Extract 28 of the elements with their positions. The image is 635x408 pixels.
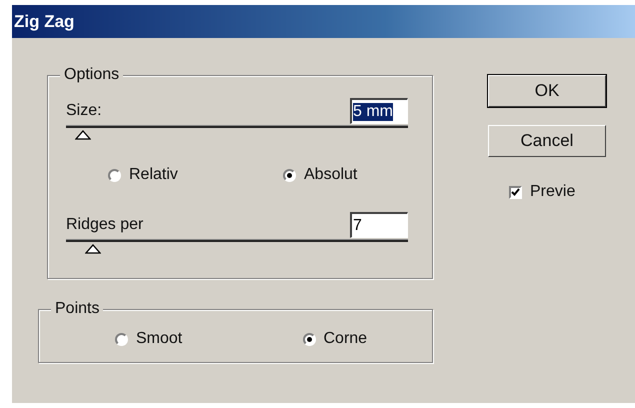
radio-label: Smoot [136,330,182,348]
checkbox-label: Previe [530,183,576,201]
radio-button[interactable] [302,332,316,346]
field-value: 7 [353,216,362,234]
window-title: Zig Zag [14,12,74,32]
radio-label: Relativ [129,166,178,184]
dialog-button[interactable]: OK [488,75,606,107]
size-label: Size: [66,102,102,120]
dialog-button[interactable]: Cancel [488,125,606,157]
radio-option[interactable]: Smoot [115,330,182,348]
radio-option[interactable]: Relativ [108,166,178,184]
radio-label: Absolut [304,166,358,184]
radio-option[interactable]: Corne [302,330,368,348]
radio-button[interactable] [108,168,121,182]
number-field[interactable]: 5 mm [350,98,408,124]
slider-thumb[interactable] [75,130,92,140]
ridges-label: Ridges per [66,216,144,234]
check-icon [511,188,520,196]
checkbox[interactable] [509,186,522,198]
slider-thumb[interactable] [85,244,102,254]
radio-label: Corne [324,330,368,348]
radio-option[interactable]: Absolut [283,166,358,184]
radio-button[interactable] [115,332,128,346]
preview-checkbox-option[interactable]: Previe [509,183,576,201]
number-field[interactable]: 7 [350,212,408,238]
field-value: 5 mm [353,102,393,120]
radio-button[interactable] [283,168,296,182]
group-title: Options [60,66,124,84]
